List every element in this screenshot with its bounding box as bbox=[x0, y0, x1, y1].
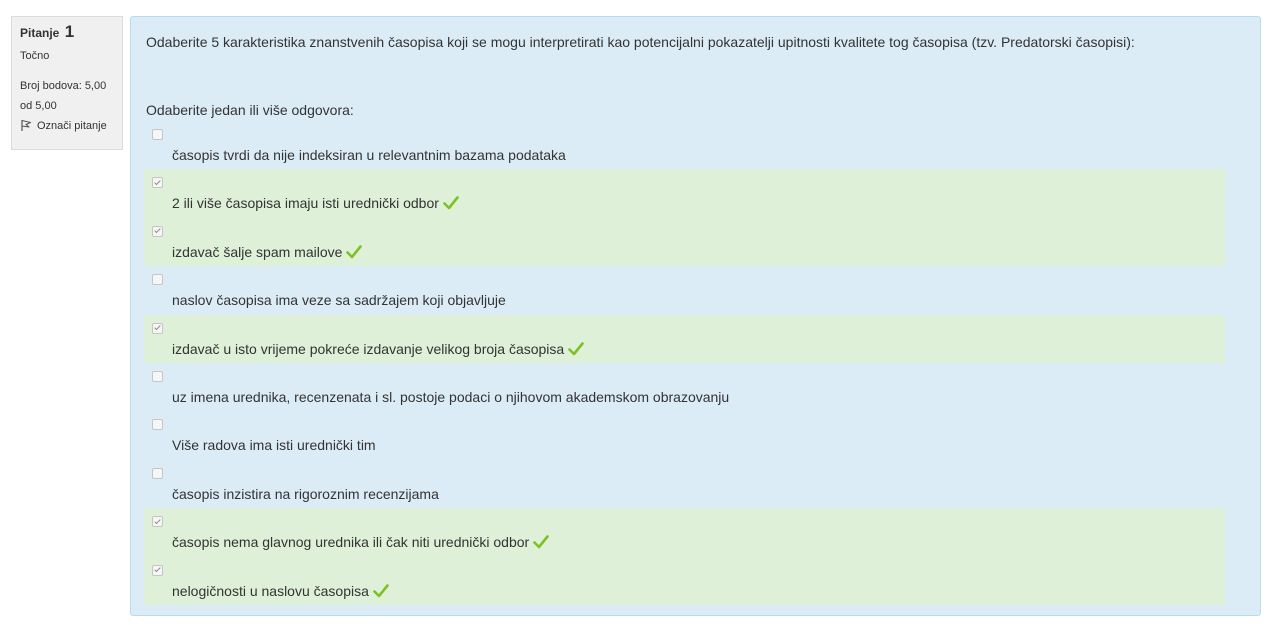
question-number: 1 bbox=[64, 22, 75, 41]
answer-text: časopis nema glavnog urednika ili čak ni… bbox=[172, 534, 530, 551]
answer-text: naslov časopisa ima veze sa sadržajem ko… bbox=[172, 292, 506, 309]
question-content: Odaberite 5 karakteristika znanstvenih č… bbox=[130, 16, 1261, 616]
answer-option: izdavač šalje spam mailove bbox=[144, 217, 1225, 267]
answer-label[interactable]: izdavač u isto vrijeme pokreće izdavanje… bbox=[172, 340, 585, 357]
correct-check-icon bbox=[346, 244, 363, 259]
answer-text: izdavač šalje spam mailove bbox=[172, 243, 343, 260]
question-label: Pitanje bbox=[20, 26, 60, 40]
answer-label[interactable]: nelogičnosti u naslovu časopisa bbox=[172, 583, 389, 599]
answer-prompt: Odaberite jedan ili više odgovora: bbox=[146, 102, 354, 118]
answer-checkbox[interactable] bbox=[152, 177, 163, 189]
correct-check-icon bbox=[568, 341, 585, 355]
answer-option: 2 ili više časopisa imaju isti urednički… bbox=[144, 169, 1225, 218]
answer-checkbox[interactable] bbox=[152, 370, 163, 382]
answer-text: uz imena urednika, recenzenata i sl. pos… bbox=[172, 388, 730, 405]
answer-checkbox[interactable] bbox=[152, 467, 163, 479]
answer-option: nelogičnosti u naslovu časopisa bbox=[144, 556, 1225, 605]
answer-option: naslov časopisa ima veze sa sadržajem ko… bbox=[144, 266, 1225, 314]
answer-label[interactable]: časopis nema glavnog urednika ili čak ni… bbox=[172, 534, 550, 551]
flag-question-label: Označi pitanje bbox=[37, 119, 107, 132]
answer-label[interactable]: uz imena urednika, recenzenata i sl. pos… bbox=[172, 389, 729, 405]
answer-text: časopis tvrdi da nije indeksiran u relev… bbox=[172, 147, 566, 163]
answer-checkbox[interactable] bbox=[152, 225, 163, 237]
answer-text: izdavač u isto vrijeme pokreće izdavanje… bbox=[172, 340, 565, 357]
answer-label[interactable]: časopis tvrdi da nije indeksiran u relev… bbox=[172, 147, 566, 163]
question-state: Točno bbox=[20, 50, 50, 62]
correct-check-icon bbox=[533, 535, 550, 549]
answer-checkbox[interactable] bbox=[152, 564, 163, 576]
flag-icon bbox=[21, 119, 32, 131]
answer-text: Više radova ima isti urednički tim bbox=[172, 437, 376, 454]
answer-checkbox[interactable] bbox=[152, 419, 163, 431]
question-grade: Broj bodova: 5,00 od 5,00 bbox=[20, 80, 107, 112]
question-number-heading: Pitanje 1 bbox=[20, 23, 114, 42]
answer-label[interactable]: izdavač šalje spam mailove bbox=[172, 243, 363, 260]
answer-option: časopis inzistira na rigoroznim recenzij… bbox=[144, 460, 1225, 508]
answer-text: 2 ili više časopisa imaju isti urednički… bbox=[172, 195, 439, 212]
answer-option: izdavač u isto vrijeme pokreće izdavanje… bbox=[144, 314, 1225, 363]
answer-option: uz imena urednika, recenzenata i sl. pos… bbox=[144, 363, 1225, 411]
answer-label[interactable]: Više radova ima isti urednički tim bbox=[172, 437, 376, 453]
answer-option: Više radova ima isti urednički tim bbox=[144, 411, 1225, 459]
answer-text: nelogičnosti u naslovu časopisa bbox=[172, 582, 369, 599]
answer-option: časopis tvrdi da nije indeksiran u relev… bbox=[144, 121, 1225, 169]
answer-text: časopis inzistira na rigoroznim recenzij… bbox=[172, 485, 439, 502]
answer-label[interactable]: časopis inzistira na rigoroznim recenzij… bbox=[172, 486, 439, 502]
correct-check-icon bbox=[443, 196, 459, 210]
question-text: Odaberite 5 karakteristika znanstvenih č… bbox=[146, 34, 1135, 50]
correct-check-icon bbox=[373, 583, 389, 597]
answer-option: časopis nema glavnog urednika ili čak ni… bbox=[144, 508, 1225, 557]
answer-checkbox[interactable] bbox=[152, 322, 163, 334]
flag-question-link[interactable]: Označi pitanje bbox=[20, 119, 114, 132]
answer-label[interactable]: 2 ili više časopisa imaju isti urednički… bbox=[172, 195, 459, 211]
answer-list: časopis tvrdi da nije indeksiran u relev… bbox=[144, 121, 1225, 605]
answer-checkbox[interactable] bbox=[152, 516, 163, 528]
answer-checkbox[interactable] bbox=[152, 129, 163, 140]
question-info-panel: Pitanje 1 Točno Broj bodova: 5,00 od 5,0… bbox=[11, 16, 123, 150]
answer-checkbox[interactable] bbox=[152, 274, 163, 286]
answer-label[interactable]: naslov časopisa ima veze sa sadržajem ko… bbox=[172, 292, 506, 308]
